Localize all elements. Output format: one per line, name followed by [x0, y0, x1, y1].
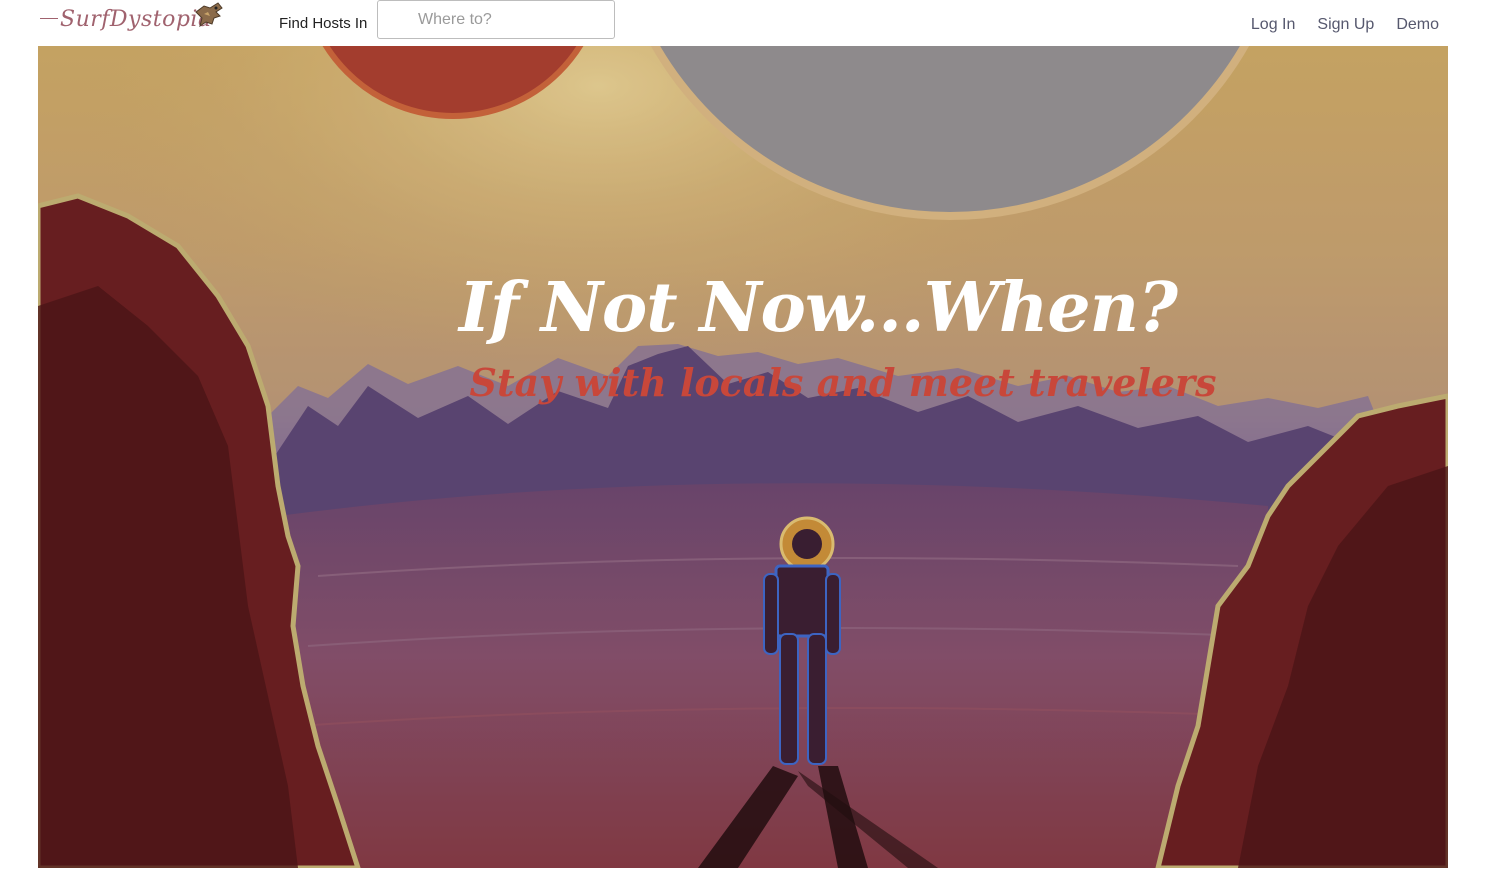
login-link[interactable]: Log In	[1251, 16, 1295, 34]
signup-link[interactable]: Sign Up	[1317, 16, 1374, 34]
hero-subheadline: Stay with locals and meet travelers	[469, 360, 1217, 405]
destination-search-input[interactable]	[377, 0, 615, 39]
demo-link[interactable]: Demo	[1396, 16, 1439, 34]
flying-creature-logo-icon[interactable]	[192, 0, 226, 30]
brand-swash-left	[40, 18, 58, 20]
hero-illustration	[38, 46, 1448, 868]
hero-banner: If Not Now...When? Stay with locals and …	[38, 46, 1448, 868]
auth-nav: Log In Sign Up Demo	[1251, 16, 1439, 34]
top-navbar: SurfDystopia Find Hosts In Log In Sign U…	[0, 0, 1512, 46]
brand-name: SurfDystopia	[60, 6, 212, 32]
brand-logo-link[interactable]: SurfDystopia	[38, 2, 212, 36]
hero-headline: If Not Now...When?	[459, 268, 1178, 348]
find-hosts-label: Find Hosts In	[279, 15, 368, 32]
